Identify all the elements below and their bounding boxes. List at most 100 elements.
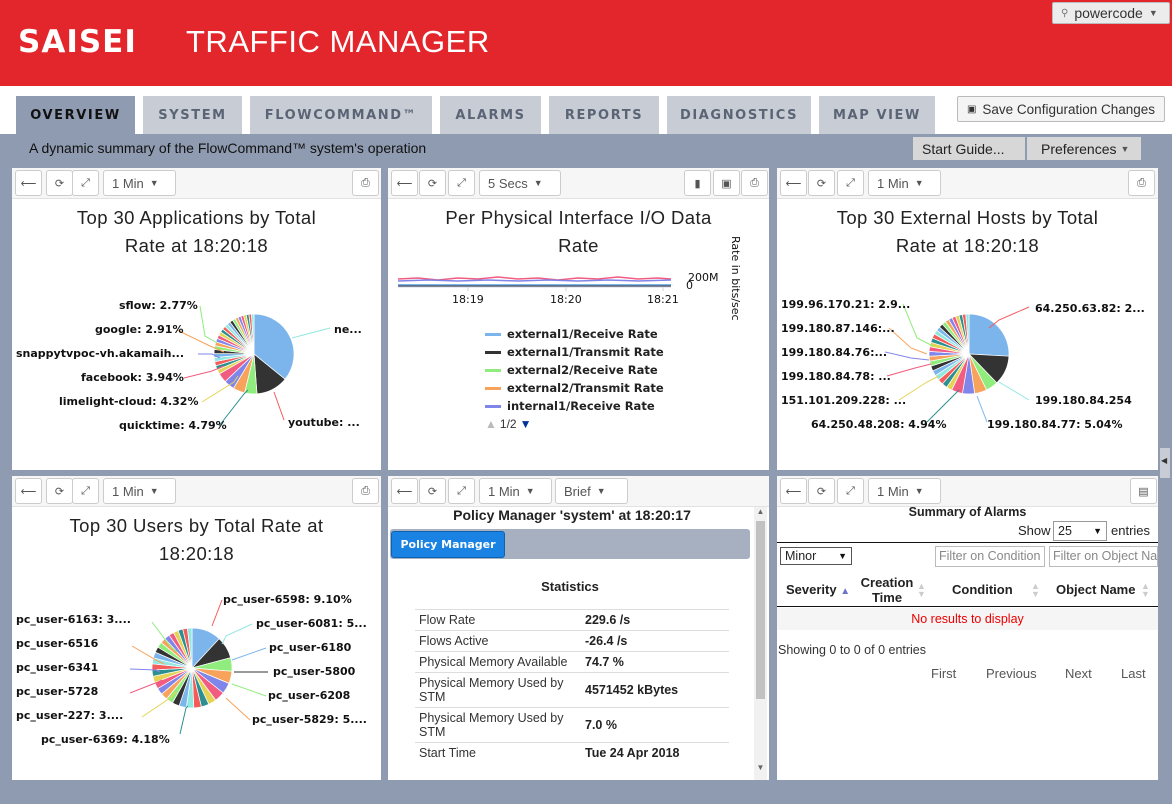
refresh-icon[interactable]: ⟳ (419, 478, 446, 504)
user-menu-button[interactable]: ⚲ powercode ▼ (1052, 2, 1170, 24)
pie-leader-line (291, 327, 331, 339)
legend-next-icon[interactable]: ▼ (520, 417, 532, 431)
pie-leader-line (884, 351, 930, 361)
tab-system[interactable]: SYSTEM (143, 96, 242, 134)
chevron-down-icon: ▼ (596, 486, 606, 496)
start-guide-button[interactable]: Start Guide... (913, 137, 1025, 160)
series-line-purple (397, 279, 672, 282)
tab-flowcommand[interactable]: FLOWCOMMAND™ (250, 96, 432, 134)
column-header-creation-time[interactable]: Creation Time (860, 575, 914, 605)
condition-filter-input[interactable]: Filter on Condition (935, 546, 1045, 567)
stat-key: Physical Memory Used by STM (415, 707, 581, 743)
summary-bar: A dynamic summary of the FlowCommand™ sy… (0, 134, 1172, 164)
legend-label: external2/Receive Rate (507, 363, 658, 377)
pie-leader-line (231, 683, 267, 697)
stat-value: -26.4 /s (581, 630, 729, 652)
view-mode-label: Brief (564, 483, 591, 499)
pie-leader-line (231, 647, 267, 661)
legend-item[interactable]: internal1/Receive Rate (485, 399, 655, 413)
side-scroll-handle[interactable]: ◀ (1160, 448, 1170, 478)
preferences-button[interactable]: Preferences ▼ (1027, 137, 1141, 160)
sort-icon: ▲ ▼ (1031, 581, 1040, 599)
legend-prev-icon[interactable]: ▲ (485, 417, 497, 431)
pie-label: pc_user-6516 (16, 637, 99, 650)
legend-pager: ▲ 1/2 ▼ (485, 417, 531, 431)
pie-label: 199.180.84.76:... (781, 346, 888, 359)
user-icon: ⚲ (1061, 7, 1069, 19)
legend-item[interactable]: external1/Transmit Rate (485, 345, 664, 359)
tab-alarms[interactable]: ALARMS (440, 96, 541, 134)
legend-label: external1/Receive Rate (507, 327, 658, 341)
sort-icon: ▲ ▼ (1141, 581, 1150, 599)
expand-icon[interactable]: ⤢ (448, 478, 475, 504)
tab-map-view[interactable]: MAP VIEW (819, 96, 935, 134)
panel-top-external-hosts: ⟵ ⟳ ⤢ 1 Min ▼ ⎙ Top 30 External Hosts by … (777, 168, 1158, 470)
interval-dropdown[interactable]: 1 Min ▼ (868, 478, 941, 504)
scrollbar-thumb[interactable] (756, 521, 765, 699)
column-header-severity[interactable]: Severity ▲ (786, 582, 850, 597)
table-row: Physical Memory Available 74.7 % (415, 651, 729, 673)
pager-previous[interactable]: Previous (986, 666, 1037, 681)
stat-value: Tue 24 Apr 2018 (581, 742, 729, 763)
object-filter-input[interactable]: Filter on Object Na (1049, 546, 1158, 567)
expand-icon[interactable]: ⤢ (837, 478, 864, 504)
pie-label: 151.101.209.228: ... (781, 394, 907, 407)
scroll-down-icon[interactable]: ▼ (754, 763, 767, 775)
policy-title: Policy Manager 'system' at 18:20:17 (453, 507, 691, 523)
severity-filter-value: Minor (785, 549, 817, 563)
pie-leader-line (273, 391, 285, 421)
no-results-message: No results to display (777, 608, 1158, 630)
pie-label: youtube: ... (288, 416, 360, 429)
divider (777, 542, 1158, 543)
severity-filter-select[interactable]: Minor ▼ (780, 547, 852, 565)
legend-item[interactable]: external1/Receive Rate (485, 327, 658, 341)
pie-label: pc_user-5800 (273, 665, 356, 678)
pie-label: pc_user-6163: 3.... (16, 613, 131, 626)
tab-diagnostics[interactable]: DIAGNOSTICS (667, 96, 811, 134)
pie-slice[interactable] (968, 313, 1010, 357)
pie-label: pc_user-6180 (269, 641, 352, 654)
chevron-down-icon: ▼ (1093, 526, 1102, 536)
chevron-down-icon: ▼ (1148, 8, 1158, 18)
tab-overview[interactable]: OVERVIEW (16, 96, 135, 134)
pie-leader-line (976, 395, 988, 423)
stat-key: Flows Active (415, 630, 581, 652)
tab-reports[interactable]: REPORTS (549, 96, 659, 134)
column-header-condition[interactable]: Condition (952, 582, 1013, 597)
scrollbar[interactable]: ▲ ▼ (754, 507, 767, 780)
pager-last[interactable]: Last (1121, 666, 1146, 681)
table-row: Flow Rate 229.6 /s (415, 609, 729, 631)
entries-select[interactable]: 25 ▼ (1053, 521, 1107, 541)
pie-label: 199.180.84.78: ... (781, 370, 891, 383)
table-info: Showing 0 to 0 of 0 entries (778, 643, 927, 657)
back-icon[interactable]: ⟵ (391, 478, 418, 504)
saisei-logo[interactable]: SAISEI (18, 22, 154, 62)
app-header: SAISEI TRAFFIC MANAGER ⚲ powercode ▼ (0, 0, 1172, 86)
view-mode-dropdown[interactable]: Brief ▼ (555, 478, 628, 504)
save-configuration-button[interactable]: ▣ Save Configuration Changes (957, 96, 1165, 122)
back-icon[interactable]: ⟵ (780, 478, 807, 504)
refresh-icon[interactable]: ⟳ (808, 478, 835, 504)
legend-swatch (485, 350, 501, 354)
pager-next[interactable]: Next (1065, 666, 1092, 681)
scroll-up-icon[interactable]: ▲ (754, 507, 767, 519)
pie-label: sflow: 2.77% (119, 299, 198, 312)
stat-value: 4571452 kBytes (581, 672, 729, 708)
legend-swatch (485, 404, 501, 408)
export-icon[interactable]: ▤ (1130, 478, 1157, 504)
panel-interface-io: ⟵ ⟳ ⤢ 5 Secs ▼ ▮ ▣ ⎙ Per Physical Interfa… (388, 168, 769, 470)
pager-first[interactable]: First (931, 666, 956, 681)
chevron-down-icon: ▼ (914, 486, 924, 496)
tab-policy-manager[interactable]: Policy Manager (391, 531, 505, 558)
legend-item[interactable]: external2/Receive Rate (485, 363, 658, 377)
legend-page-text: 1/2 (499, 417, 517, 431)
column-header-object-name[interactable]: Object Name (1056, 582, 1135, 597)
interval-dropdown[interactable]: 1 Min ▼ (479, 478, 552, 504)
panel-toolbar: ⟵ ⟳ ⤢ 1 Min ▼ ▤ (777, 476, 1158, 507)
legend-item[interactable]: external2/Transmit Rate (485, 381, 664, 395)
panel-alarms: ⟵ ⟳ ⤢ 1 Min ▼ ▤ Summary of Alarms Show 25… (777, 476, 1158, 780)
table-row: Physical Memory Used by STM 7.0 % (415, 707, 729, 743)
pie-label: snappytvpoc-vh.akamaih... (16, 347, 185, 360)
pie-label: pc_user-6369: 4.18% (41, 733, 170, 746)
pie-label: pc_user-6341 (16, 661, 99, 674)
